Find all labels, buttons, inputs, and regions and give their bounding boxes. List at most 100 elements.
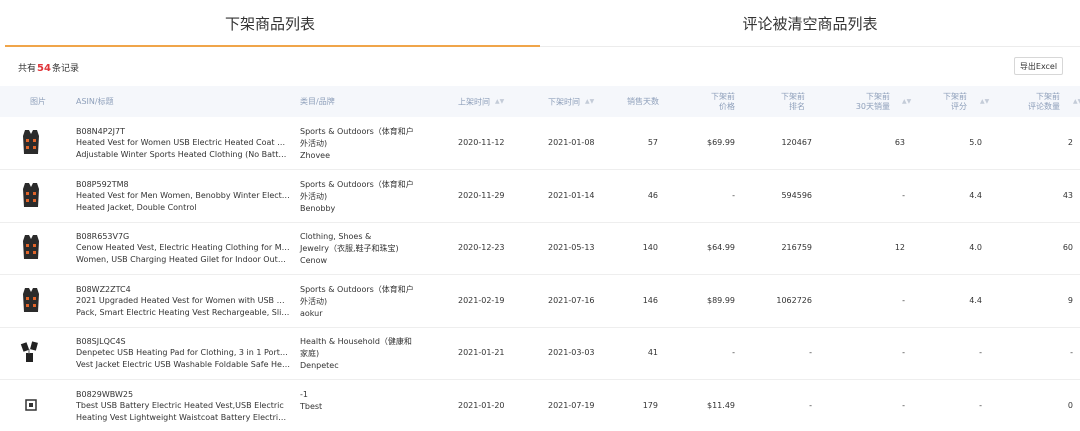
sort-icon[interactable]: ▲▼	[902, 97, 911, 107]
rating: 5.0	[969, 138, 982, 147]
category-line: 家庭)	[300, 349, 320, 358]
col-delisted-time-label: 下架时间	[548, 97, 580, 107]
sort-icon[interactable]: ▲▼	[585, 97, 594, 107]
rank: -	[809, 401, 812, 410]
product-title-line: Heated Jacket, Double Control	[76, 203, 197, 212]
col-price-line2: 价格	[719, 102, 735, 111]
sale-days: 41	[647, 348, 658, 357]
rating: -	[979, 348, 982, 357]
product-title[interactable]: Denpetec USB Heating Pad for Clothing, 3…	[76, 347, 290, 371]
listed-date: 2020-12-23	[458, 243, 505, 252]
vest-product-image[interactable]	[20, 180, 42, 210]
col-delisted-time[interactable]: 下架时间 ▲▼	[548, 97, 594, 108]
product-title-line: Heated Vest for Men Women, Benobby Winte…	[76, 191, 290, 200]
price: -	[732, 191, 735, 200]
sort-icon[interactable]: ▲▼	[980, 97, 989, 107]
category-brand: Clothing, Shoes & Jewelry（衣服,鞋子和珠宝) Cenow	[300, 231, 418, 267]
product-title-line: Heating Vest Lightweight Waistcoat Batte…	[76, 413, 290, 422]
record-count: 共有54条记录	[18, 61, 79, 74]
col-rating-sort[interactable]: ▲▼	[975, 97, 989, 108]
rating: 4.0	[969, 243, 982, 252]
listed-date: 2021-01-21	[458, 348, 505, 357]
table-row[interactable]: B08R653V7G Cenow Heated Vest, Electric He…	[0, 222, 1080, 275]
heating-pad-product-image[interactable]	[20, 337, 42, 367]
sale-days: 179	[642, 401, 658, 410]
table-header: 图片 ASIN/标题 类目/品牌 上架时间 ▲▼ 下架时间 ▲▼ 销售天数 下架前 …	[0, 86, 1080, 117]
sales-30-days: -	[902, 296, 905, 305]
product-title[interactable]: Tbest USB Battery Electric Heated Vest,U…	[76, 400, 290, 424]
sales-30-days: -	[902, 401, 905, 410]
vest-product-image[interactable]	[20, 285, 42, 315]
col-reviews: 下架前 评论数量	[1010, 92, 1060, 112]
col-listed-time[interactable]: 上架时间 ▲▼	[458, 97, 504, 108]
category-brand: -1 Tbest	[300, 389, 418, 413]
tab-divider	[540, 46, 1080, 47]
brand: Cenow	[300, 256, 328, 265]
category-brand: Sports & Outdoors（体育和户 外活动) aokur	[300, 284, 418, 320]
category-line: Health & Household（健康和	[300, 337, 412, 346]
sort-icon[interactable]: ▲▼	[1073, 97, 1080, 107]
vest-product-image[interactable]	[20, 127, 42, 157]
rating: 4.4	[969, 191, 982, 200]
delisted-date: 2021-03-03	[548, 348, 595, 357]
rank: 216759	[781, 243, 812, 252]
category-brand: Sports & Outdoors（体育和户 外活动) Zhovee	[300, 126, 418, 162]
rank: 120467	[781, 138, 812, 147]
brand: Denpetec	[300, 361, 339, 370]
product-title[interactable]: Heated Vest for Women USB Electric Heate…	[76, 137, 290, 161]
category-line: Jewelry（衣服,鞋子和珠宝)	[300, 244, 399, 253]
product-title[interactable]: 2021 Upgraded Heated Vest for Women with…	[76, 295, 290, 319]
col-listed-time-label: 上架时间	[458, 97, 490, 107]
col-asin-title: ASIN/标题	[76, 97, 114, 106]
tab-bar: 下架商品列表 评论被清空商品列表	[0, 0, 1080, 47]
col-sales30-line2: 30天销量	[855, 102, 890, 111]
tab-cleared-reviews-products[interactable]: 评论被清空商品列表	[540, 0, 1080, 47]
listed-date: 2021-01-20	[458, 401, 505, 410]
table-row[interactable]: B0829WBW25 Tbest USB Battery Electric Hea…	[0, 380, 1080, 431]
small-product-image[interactable]	[20, 390, 42, 420]
category-line: 外活动)	[300, 192, 328, 201]
col-rank: 下架前 排名	[740, 92, 805, 112]
product-title[interactable]: Heated Vest for Men Women, Benobby Winte…	[76, 190, 290, 214]
delisted-date: 2021-01-08	[548, 138, 595, 147]
col-sales30: 下架前 30天销量	[830, 92, 890, 112]
table-row[interactable]: B08P592TM8 Heated Vest for Men Women, Ben…	[0, 170, 1080, 223]
brand: Zhovee	[300, 151, 331, 160]
product-title-line: 2021 Upgraded Heated Vest for Women with…	[76, 296, 290, 305]
product-title-line: Vest Jacket Electric USB Washable Foldab…	[76, 360, 290, 369]
review-count: 9	[1067, 296, 1073, 305]
product-title-line: Adjustable Winter Sports Heated Clothing…	[76, 150, 290, 159]
export-excel-button[interactable]: 导出Excel	[1014, 57, 1063, 75]
delisted-date: 2021-01-14	[548, 191, 595, 200]
review-count: -	[1070, 348, 1073, 357]
col-reviews-line1: 下架前	[1036, 92, 1060, 101]
review-count: 2	[1067, 138, 1073, 147]
brand: Benobby	[300, 204, 336, 213]
sales-30-days: 63	[894, 138, 905, 147]
category-line: Clothing, Shoes &	[300, 232, 372, 241]
col-reviews-sort[interactable]: ▲▼	[1068, 97, 1080, 108]
table-row[interactable]: B08SJLQC4S Denpetec USB Heating Pad for C…	[0, 327, 1080, 380]
price: $64.99	[707, 243, 735, 252]
sale-days: 57	[647, 138, 658, 147]
price: $89.99	[707, 296, 735, 305]
category-line: Sports & Outdoors（体育和户	[300, 127, 414, 136]
tab-delisted-products[interactable]: 下架商品列表	[0, 0, 540, 47]
delisted-date: 2021-07-16	[548, 296, 595, 305]
vest-product-image[interactable]	[20, 232, 42, 262]
table-row[interactable]: B08WZ2ZTC4 2021 Upgraded Heated Vest for …	[0, 275, 1080, 328]
record-count-prefix: 共有	[18, 64, 37, 74]
review-count: 60	[1062, 243, 1073, 252]
sale-days: 46	[647, 191, 658, 200]
col-sales30-sort[interactable]: ▲▼	[897, 97, 911, 108]
table-row[interactable]: B08N4P2J7T Heated Vest for Women USB Elec…	[0, 117, 1080, 170]
col-rank-line2: 排名	[789, 102, 805, 111]
sale-days: 146	[642, 296, 658, 305]
record-count-value: 54	[37, 63, 51, 74]
product-title[interactable]: Cenow Heated Vest, Electric Heating Clot…	[76, 242, 290, 266]
category-brand: Sports & Outdoors（体育和户 外活动) Benobby	[300, 179, 418, 215]
sort-icon[interactable]: ▲▼	[495, 97, 504, 107]
delisted-date: 2021-05-13	[548, 243, 595, 252]
price: -	[732, 348, 735, 357]
col-sale-days: 销售天数	[627, 97, 659, 106]
